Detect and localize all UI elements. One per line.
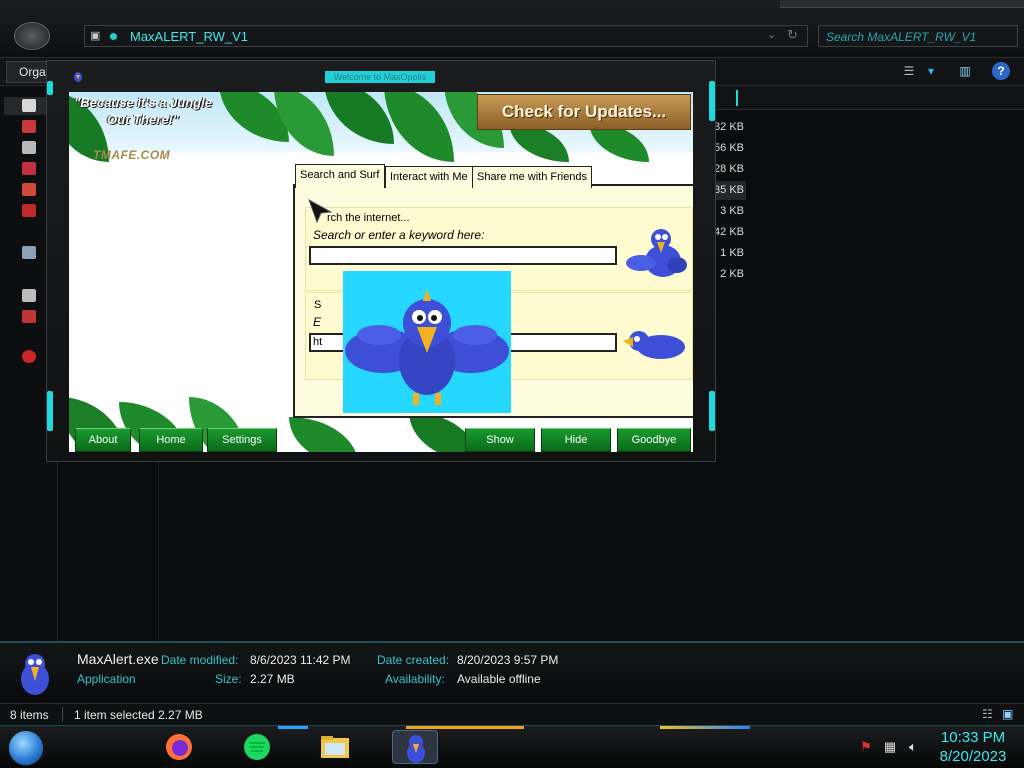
availability-label: Availability: (385, 672, 445, 686)
system-clock[interactable]: 10:33 PM 8/20/2023 (928, 728, 1018, 766)
file-type: Application (77, 672, 136, 686)
computer-icon[interactable] (22, 289, 36, 302)
library-icon[interactable] (22, 120, 36, 133)
taskbar-file-explorer[interactable] (316, 730, 354, 764)
tab-search-and-surf[interactable]: Search and Surf (295, 164, 385, 188)
action-center-flag-icon[interactable]: ⚑ (858, 740, 874, 754)
firefox-icon (166, 734, 192, 760)
favorites-icon[interactable] (22, 99, 36, 112)
breadcrumb-dot-icon (110, 33, 117, 40)
spotify-icon (244, 734, 270, 760)
settings-button[interactable]: Settings (207, 428, 277, 452)
maxalert-bird-icon (407, 735, 425, 763)
network-icon[interactable] (22, 350, 36, 363)
details-pane: MaxAlert.exe Application Date modified: … (0, 641, 1024, 703)
keyword-label: Search or enter a keyword here: (313, 228, 485, 242)
taskbar-glow (406, 726, 524, 729)
jungle-skin: "Because it's a Jungle Out There!" TMAFE… (69, 92, 693, 452)
search-bird-button[interactable] (625, 225, 689, 285)
videos-icon[interactable] (22, 204, 36, 217)
taskbar-maxalert[interactable] (392, 730, 438, 764)
goodbye-button[interactable]: Goodbye (617, 428, 691, 452)
help-icon[interactable]: ? (992, 62, 1010, 80)
maxalert-window[interactable]: Welcome to MaxOpolis "Because it's a Jun… (46, 60, 716, 462)
frame-accent (709, 391, 715, 431)
hide-button[interactable]: Hide (541, 428, 611, 452)
selection-info: 1 item selected 2.27 MB (74, 708, 203, 722)
large-icons-view-icon[interactable]: ▣ (1002, 707, 1013, 721)
show-button[interactable]: Show (465, 428, 535, 452)
date-created-value: 8/20/2023 9:57 PM (457, 653, 559, 667)
home-button[interactable]: Home (139, 428, 203, 452)
details-view-icon[interactable]: ☷ (982, 707, 993, 721)
address-path[interactable]: MaxALERT_RW_V1 (130, 29, 248, 44)
refresh-icon[interactable]: ↻ (787, 27, 798, 43)
title-ridge (780, 0, 1024, 8)
date-modified-label: Date modified: (161, 653, 239, 667)
search-internet-label: rch the internet... (327, 212, 410, 224)
frame-accent (47, 81, 53, 95)
clock-time: 10:33 PM (940, 729, 1006, 746)
file-name: MaxAlert.exe (77, 651, 159, 667)
change-view-icon[interactable]: ☰ (900, 63, 918, 79)
date-created-label: Date created: (377, 653, 450, 667)
file-explorer-icon (321, 736, 349, 758)
search-input[interactable]: Search MaxALERT_RW_V1 (818, 25, 1018, 47)
frame-accent (47, 391, 53, 431)
tmafe-logo: TMAFE.COM (93, 148, 171, 162)
homegroup-icon[interactable] (22, 246, 36, 259)
drive-icon[interactable] (22, 310, 36, 323)
address-bar[interactable]: ▣ MaxALERT_RW_V1 ⌄ ↻ (84, 25, 808, 47)
pictures-icon[interactable] (22, 183, 36, 196)
taskbar-firefox[interactable] (160, 730, 198, 764)
taskbar-spotify[interactable] (238, 730, 276, 764)
column-divider[interactable] (736, 90, 738, 106)
size-label: Size: (215, 672, 242, 686)
clock-date: 8/20/2023 (939, 748, 1007, 765)
window-title-strip: Welcome to MaxOpolis (325, 71, 435, 83)
folder-icon: ▣ (90, 30, 101, 42)
taskbar-glow (278, 726, 308, 729)
slogan-text: "Because it's a Jungle Out There!" (74, 95, 212, 127)
tab-interact-with-me[interactable]: Interact with Me (385, 166, 473, 188)
chevron-down-icon[interactable]: ▾ (922, 63, 940, 79)
go-bird-button[interactable] (621, 319, 689, 367)
availability-value: Available offline (457, 672, 541, 686)
item-count: 8 items (10, 708, 49, 722)
date-modified-value: 8/6/2023 11:42 PM (250, 653, 351, 667)
back-forward-button[interactable] (14, 22, 50, 50)
maxalert-app-icon (74, 72, 82, 82)
bird-popup[interactable] (343, 271, 511, 413)
section2-label: S (314, 299, 322, 311)
taskbar-glow (660, 726, 750, 729)
chevron-down-icon[interactable]: ⌄ (767, 28, 776, 41)
start-button[interactable] (8, 730, 44, 766)
status-divider (62, 707, 63, 722)
column-header (700, 86, 1024, 110)
check-for-updates-button[interactable]: Check for Updates... (477, 94, 691, 130)
keyword-search-input[interactable] (309, 246, 617, 265)
network-icon[interactable]: ▦ (882, 740, 898, 754)
about-button[interactable]: About (75, 428, 131, 452)
tab-share-me-with-friends[interactable]: Share me with Friends (472, 166, 593, 188)
documents-icon[interactable] (22, 141, 36, 154)
volume-icon[interactable]: 🔈︎ (905, 740, 921, 754)
leaf-decoration (289, 417, 359, 452)
status-bar: 8 items 1 item selected 2.27 MB ☷ ▣ (0, 703, 1024, 725)
section2-hint: E (313, 315, 322, 329)
size-value: 2.27 MB (250, 672, 295, 686)
frame-accent (709, 81, 715, 121)
preview-pane-icon[interactable]: ▥ (956, 63, 974, 79)
search-placeholder: Search MaxALERT_RW_V1 (826, 30, 977, 44)
taskbar: ⚑ ▦ 🔈︎ 10:33 PM 8/20/2023 (0, 725, 1024, 768)
explorer-title-bar: ▣ MaxALERT_RW_V1 ⌄ ↻ Search MaxALERT_RW_… (0, 0, 1024, 58)
file-thumbnail-bird-icon (21, 654, 49, 695)
bird-mascot-icon (345, 289, 509, 405)
music-icon[interactable] (22, 162, 36, 175)
